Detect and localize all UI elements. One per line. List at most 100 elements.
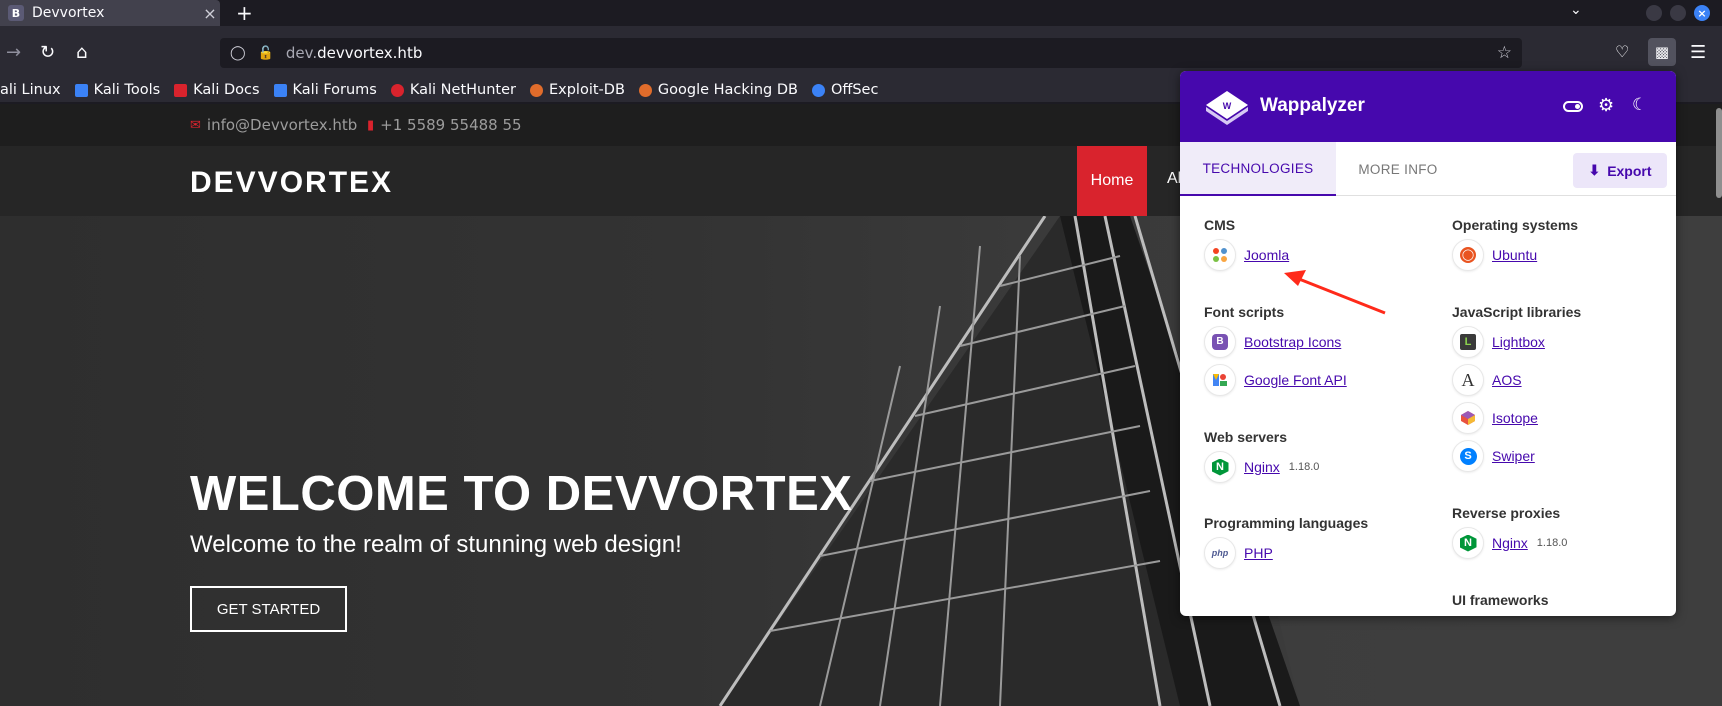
app-menu-icon[interactable]: ☰ — [1690, 42, 1706, 63]
bookmark-star-icon[interactable]: ☆ — [1497, 43, 1512, 63]
tab-list-chevron-icon[interactable]: ⌄ — [1570, 2, 1582, 18]
tech-ubuntu[interactable]: ◯ Ubuntu — [1452, 239, 1537, 271]
annotation-arrow — [1284, 270, 1386, 315]
bookmark-label: Google Hacking DB — [657, 82, 798, 98]
bookmark-kali-docs[interactable]: Kali Docs — [174, 82, 260, 98]
tab-more-info[interactable]: MORE INFO — [1336, 142, 1460, 196]
bookmark-offsec[interactable]: OffSec — [811, 82, 879, 98]
tech-google-font-api[interactable]: Google Font API — [1204, 364, 1347, 396]
nginx-icon: N — [1452, 527, 1484, 559]
tech-nginx[interactable]: N Nginx 1.18.0 — [1204, 451, 1319, 483]
site-favicon-icon: B — [8, 5, 24, 21]
category-cms: CMS — [1204, 217, 1236, 233]
get-started-button[interactable]: GET STARTED — [190, 586, 347, 632]
lightbox-icon: L — [1452, 326, 1484, 358]
dark-mode-moon-icon[interactable]: ☾ — [1632, 95, 1647, 115]
site-logo[interactable]: DEVVORTEX — [190, 166, 393, 200]
bookmark-label: Kali Forums — [292, 82, 377, 98]
bookmark-exploit-db[interactable]: Exploit-DB — [529, 82, 625, 98]
envelope-icon: ✉ — [190, 117, 201, 133]
tech-name[interactable]: Nginx — [1244, 459, 1280, 475]
bookmark-label: Kali Tools — [93, 82, 161, 98]
gear-icon[interactable]: ⚙ — [1598, 95, 1614, 116]
bookmark-kali-nethunter[interactable]: Kali NetHunter — [390, 82, 516, 98]
tab-devvortex[interactable]: B Devvortex × — [0, 0, 220, 26]
category-javascript-libraries: JavaScript libraries — [1452, 304, 1582, 320]
tab-technologies[interactable]: TECHNOLOGIES — [1180, 142, 1336, 196]
tech-name[interactable]: Lightbox — [1492, 334, 1545, 350]
tech-bootstrap-icons[interactable]: B Bootstrap Icons — [1204, 326, 1341, 358]
tech-name[interactable]: Google Font API — [1244, 372, 1347, 388]
tech-name[interactable]: Joomla — [1244, 247, 1289, 263]
category-font-scripts: Font scripts — [1204, 304, 1285, 320]
bookmark-label: Kali Docs — [193, 82, 260, 98]
bookmark-kali-tools[interactable]: Kali Tools — [74, 82, 161, 98]
nethunter-icon — [390, 83, 404, 97]
wappalyzer-title: Wappalyzer — [1260, 95, 1365, 116]
category-operating-systems: Operating systems — [1452, 217, 1579, 233]
category-programming-languages: Programming languages — [1204, 515, 1369, 531]
tech-name[interactable]: Bootstrap Icons — [1244, 334, 1341, 350]
tech-swiper[interactable]: S Swiper — [1452, 440, 1535, 472]
maximize-window-button[interactable] — [1670, 5, 1686, 21]
phone-text: +1 5589 55488 55 — [380, 116, 522, 134]
kali-forums-icon — [273, 83, 287, 97]
joomla-icon — [1204, 239, 1236, 271]
new-tab-button[interactable]: + — [236, 1, 253, 25]
url-host: devvortex.htb — [317, 44, 423, 62]
tab-title: Devvortex — [32, 5, 105, 21]
close-window-button[interactable]: × — [1694, 5, 1710, 21]
exploit-db-icon — [529, 83, 543, 97]
tech-version: 1.18.0 — [1536, 537, 1568, 549]
svg-text:W: W — [1223, 101, 1232, 111]
php-icon: php — [1204, 537, 1236, 569]
kali-docs-icon — [174, 83, 188, 97]
email-text: info@Devvortex.htb — [206, 116, 358, 134]
wappalyzer-header: W Wappalyzer ⚙ ☾ — [1180, 71, 1676, 142]
tab-bar: B Devvortex × + ⌄ × — [0, 0, 1722, 26]
nav-home[interactable]: Home — [1077, 146, 1147, 216]
bootstrap-icon: B — [1204, 326, 1236, 358]
minimize-window-button[interactable] — [1646, 5, 1662, 21]
page-scrollbar[interactable] — [1716, 108, 1722, 198]
category-reverse-proxies: Reverse proxies — [1452, 505, 1561, 521]
tech-name[interactable]: Ubuntu — [1492, 247, 1537, 263]
tab-close-icon[interactable]: × — [200, 4, 220, 23]
tech-name[interactable]: Nginx — [1492, 535, 1528, 551]
reload-icon[interactable]: ↻ — [40, 42, 55, 63]
wappalyzer-logo-icon: W — [1206, 91, 1248, 125]
tech-name[interactable]: Isotope — [1492, 410, 1538, 426]
export-button[interactable]: ⬇ Export — [1573, 153, 1667, 188]
phone-icon: ▮ — [367, 117, 375, 133]
tech-isotope[interactable]: Isotope — [1452, 402, 1538, 434]
aos-icon: A — [1452, 364, 1484, 396]
bookmark-kali-forums[interactable]: Kali Forums — [273, 82, 377, 98]
bookmark-label: OffSec — [830, 82, 879, 98]
download-icon: ⬇ — [1588, 162, 1601, 178]
tech-lightbox[interactable]: L Lightbox — [1452, 326, 1545, 358]
bookmark-label: Kali NetHunter — [409, 82, 516, 98]
bookmark-kali-linux[interactable]: ali Linux — [0, 82, 61, 98]
enable-toggle-icon[interactable] — [1563, 101, 1583, 112]
tech-name[interactable]: AOS — [1492, 372, 1522, 388]
tech-php[interactable]: php PHP — [1204, 537, 1273, 569]
tech-name[interactable]: Swiper — [1492, 448, 1535, 464]
insecure-lock-icon[interactable]: 🔓 — [258, 46, 274, 61]
extensions-puzzle-icon[interactable]: ▩ — [1648, 38, 1676, 66]
category-web-servers: Web servers — [1204, 429, 1288, 445]
tracking-shield-icon[interactable]: ◯ — [230, 45, 246, 61]
home-icon[interactable]: ⌂ — [76, 42, 87, 63]
tech-name[interactable]: PHP — [1244, 545, 1273, 561]
contact-phone[interactable]: ▮ +1 5589 55488 55 — [367, 116, 522, 134]
contact-email[interactable]: ✉ info@Devvortex.htb — [190, 116, 357, 134]
tech-joomla[interactable]: Joomla — [1204, 239, 1289, 271]
ubuntu-icon: ◯ — [1452, 239, 1484, 271]
tech-aos[interactable]: A AOS — [1452, 364, 1522, 396]
forward-arrow-icon[interactable]: → — [6, 42, 21, 63]
address-bar[interactable]: ◯ 🔓 dev. devvortex.htb ☆ — [220, 38, 1522, 68]
tech-nginx-proxy[interactable]: N Nginx 1.18.0 — [1452, 527, 1567, 559]
bookmark-google-hacking-db[interactable]: Google Hacking DB — [638, 82, 798, 98]
category-ui-frameworks: UI frameworks — [1452, 592, 1549, 608]
pocket-icon[interactable]: ♡ — [1615, 42, 1629, 61]
bookmark-label: Exploit-DB — [548, 82, 625, 98]
